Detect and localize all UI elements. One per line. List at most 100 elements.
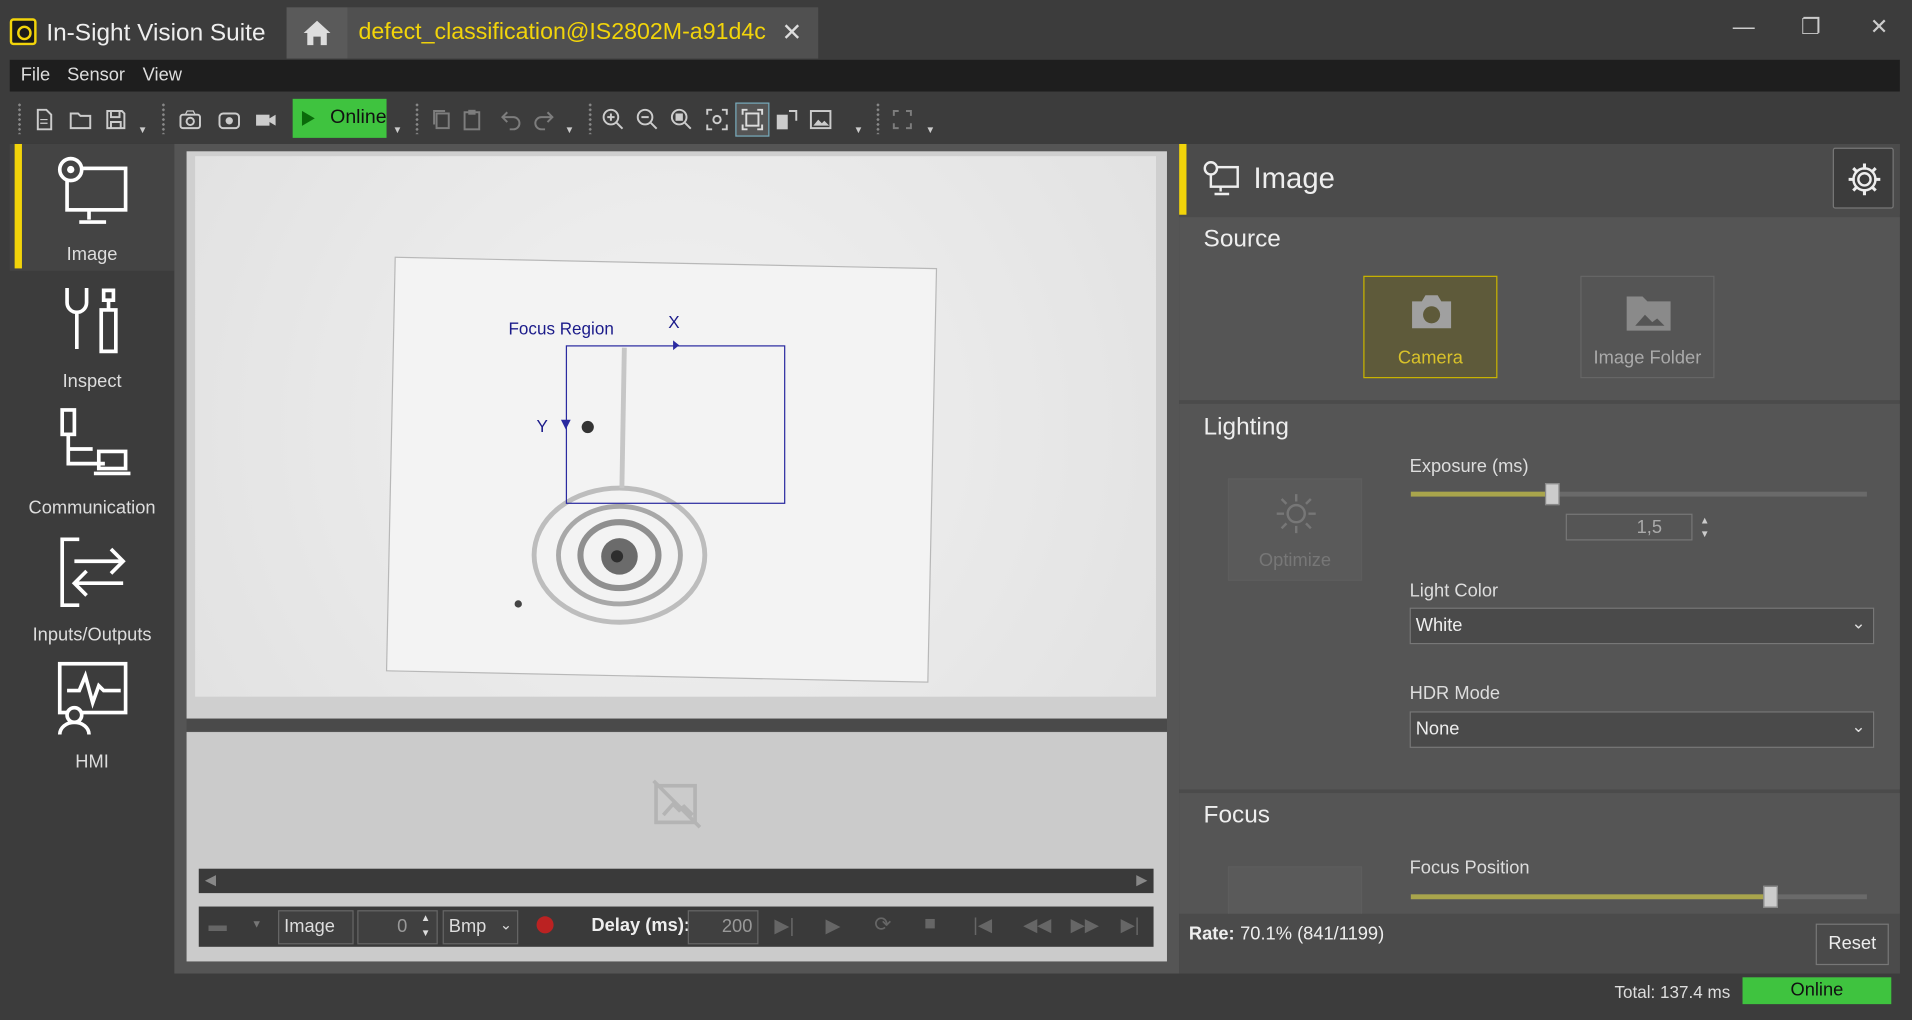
exposure-slider-thumb[interactable] (1544, 483, 1560, 506)
nav-item-inputs-outputs[interactable]: Inputs/Outputs (10, 525, 175, 652)
folder-icon[interactable]: ▬ (209, 915, 227, 936)
expand-icon[interactable] (888, 105, 917, 134)
lighting-section: Lighting Optimize Exposure (ms) 1,5 ▲ ▼ L… (1179, 403, 1900, 790)
chevron-down-icon[interactable]: ▼ (251, 918, 262, 930)
nav-item-label: HMI (75, 751, 109, 773)
hmi-icon (57, 661, 128, 735)
zoom-fit-icon[interactable] (667, 105, 696, 134)
copy-icon[interactable] (427, 105, 456, 134)
camera-icon (1412, 295, 1452, 329)
toolbar-grip[interactable] (160, 102, 166, 135)
light-color-label: Light Color (1409, 580, 1499, 602)
image-folder-source-button[interactable]: Image Folder (1580, 275, 1715, 379)
camera-trigger-icon[interactable] (176, 105, 205, 134)
format-select[interactable]: Bmp ⌄ (442, 910, 519, 945)
io-arrows-icon (60, 537, 126, 607)
hdr-mode-select[interactable]: None ⌄ (1409, 711, 1875, 748)
fit-to-window-icon[interactable] (735, 102, 770, 137)
open-folder-icon[interactable] (66, 105, 95, 134)
filmstrip-scrollbar[interactable]: ◀ ▶ (198, 868, 1154, 894)
panel-title: Image (1253, 162, 1335, 196)
chevron-down-icon[interactable]: ▼ (565, 124, 575, 135)
swap-view-icon[interactable] (772, 105, 801, 134)
exposure-label: Exposure (ms) (1409, 456, 1529, 478)
toolbar: ▼ ▼ ▼ ▼ ▼ (0, 97, 1912, 142)
image-icon[interactable] (806, 105, 835, 134)
optimize-label: Optimize (1258, 550, 1332, 572)
rewind-icon[interactable]: ◀◀ (1023, 914, 1051, 936)
exposure-input[interactable]: 1,5 (1565, 513, 1693, 541)
nav-item-inspect[interactable]: Inspect (10, 271, 175, 398)
chevron-down-icon[interactable]: ▼ (926, 124, 936, 135)
first-frame-icon[interactable]: |◀ (973, 914, 992, 936)
zoom-region-icon[interactable] (702, 105, 731, 134)
index-stepper[interactable]: ▲ ▼ (421, 911, 431, 940)
record-icon[interactable] (536, 916, 554, 934)
scroll-left-icon[interactable]: ◀ (205, 871, 216, 888)
camera-label: Camera (1397, 347, 1463, 369)
source-section: Source Camera Image Folder (1179, 217, 1900, 401)
image-source-field[interactable]: Image (278, 910, 354, 945)
zoom-out-icon[interactable] (633, 105, 662, 134)
new-file-icon[interactable] (29, 105, 58, 134)
no-image-icon (652, 779, 702, 829)
camera-source-button[interactable]: Camera (1363, 275, 1498, 379)
focus-position-slider[interactable] (1410, 885, 1867, 908)
reset-button[interactable]: Reset (1815, 923, 1889, 966)
paste-icon[interactable] (457, 105, 486, 134)
autofocus-button[interactable] (1227, 866, 1363, 914)
home-tab[interactable] (286, 7, 348, 59)
exposure-slider[interactable] (1410, 483, 1867, 506)
focus-slider-thumb[interactable] (1763, 885, 1779, 908)
stop-icon[interactable]: ■ (924, 914, 936, 936)
play-icon (301, 110, 315, 126)
tools-icon (65, 287, 118, 354)
nav-item-communication[interactable]: Communication (10, 398, 175, 525)
exposure-stepper[interactable]: ▲ ▼ (1700, 514, 1710, 541)
toolbar-grip[interactable] (17, 102, 22, 135)
delay-input[interactable]: 200 (687, 910, 759, 945)
restore-icon[interactable]: ❐ (1793, 15, 1830, 41)
settings-button[interactable] (1832, 147, 1894, 209)
menu-file[interactable]: File (21, 65, 50, 86)
pane-splitter[interactable] (186, 718, 1167, 731)
last-frame-icon[interactable]: ▶| (1121, 914, 1140, 936)
chevron-down-icon[interactable]: ▼ (393, 124, 403, 135)
y-axis-label: Y (536, 416, 548, 436)
close-window-icon[interactable]: ✕ (1861, 15, 1898, 41)
chevron-down-icon[interactable]: ▼ (138, 124, 148, 135)
chevron-down-icon[interactable]: ▼ (854, 124, 864, 135)
fast-forward-icon[interactable]: ▶▶ (1071, 914, 1099, 936)
light-color-value: White (1415, 614, 1463, 636)
snapshot-icon[interactable] (215, 105, 244, 134)
nav-item-hmi[interactable]: HMI (10, 652, 175, 779)
loop-icon[interactable]: ⟳ (874, 913, 891, 937)
zoom-in-icon[interactable] (599, 105, 628, 134)
focus-axes (560, 340, 680, 430)
menu-view[interactable]: View (143, 65, 182, 86)
scroll-right-icon[interactable]: ▶ (1136, 871, 1147, 888)
rate-value: 70.1% (841/1199) (1240, 923, 1385, 945)
save-icon[interactable] (101, 105, 130, 134)
menu-sensor[interactable]: Sensor (67, 65, 125, 86)
online-toggle-button[interactable]: Online (292, 98, 387, 138)
optimize-button[interactable]: Optimize (1227, 478, 1363, 581)
toolbar-grip[interactable] (875, 102, 881, 135)
section-title: Focus (1203, 801, 1270, 829)
undo-icon[interactable] (496, 105, 525, 134)
play-icon[interactable]: ▶ (826, 914, 841, 938)
close-icon[interactable]: ✕ (782, 17, 802, 48)
toolbar-grip[interactable] (414, 102, 420, 135)
toolbar-grip[interactable] (587, 102, 593, 135)
tab-document-label: defect_classification@IS2802M-a91d4c (358, 19, 766, 46)
tab-document[interactable]: defect_classification@IS2802M-a91d4c ✕ (347, 7, 819, 59)
step-icon[interactable]: ▶| (774, 914, 794, 938)
nav-item-image[interactable]: Image (9, 143, 175, 271)
delay-label: Delay (ms): (591, 915, 691, 936)
light-color-select[interactable]: White ⌄ (1409, 607, 1875, 645)
hdr-mode-value: None (1415, 718, 1460, 740)
minimize-icon[interactable]: — (1725, 15, 1762, 41)
video-icon[interactable] (251, 105, 280, 134)
left-nav: Image Inspect Communication Inputs/Outpu… (9, 143, 175, 974)
redo-icon[interactable] (529, 105, 558, 134)
